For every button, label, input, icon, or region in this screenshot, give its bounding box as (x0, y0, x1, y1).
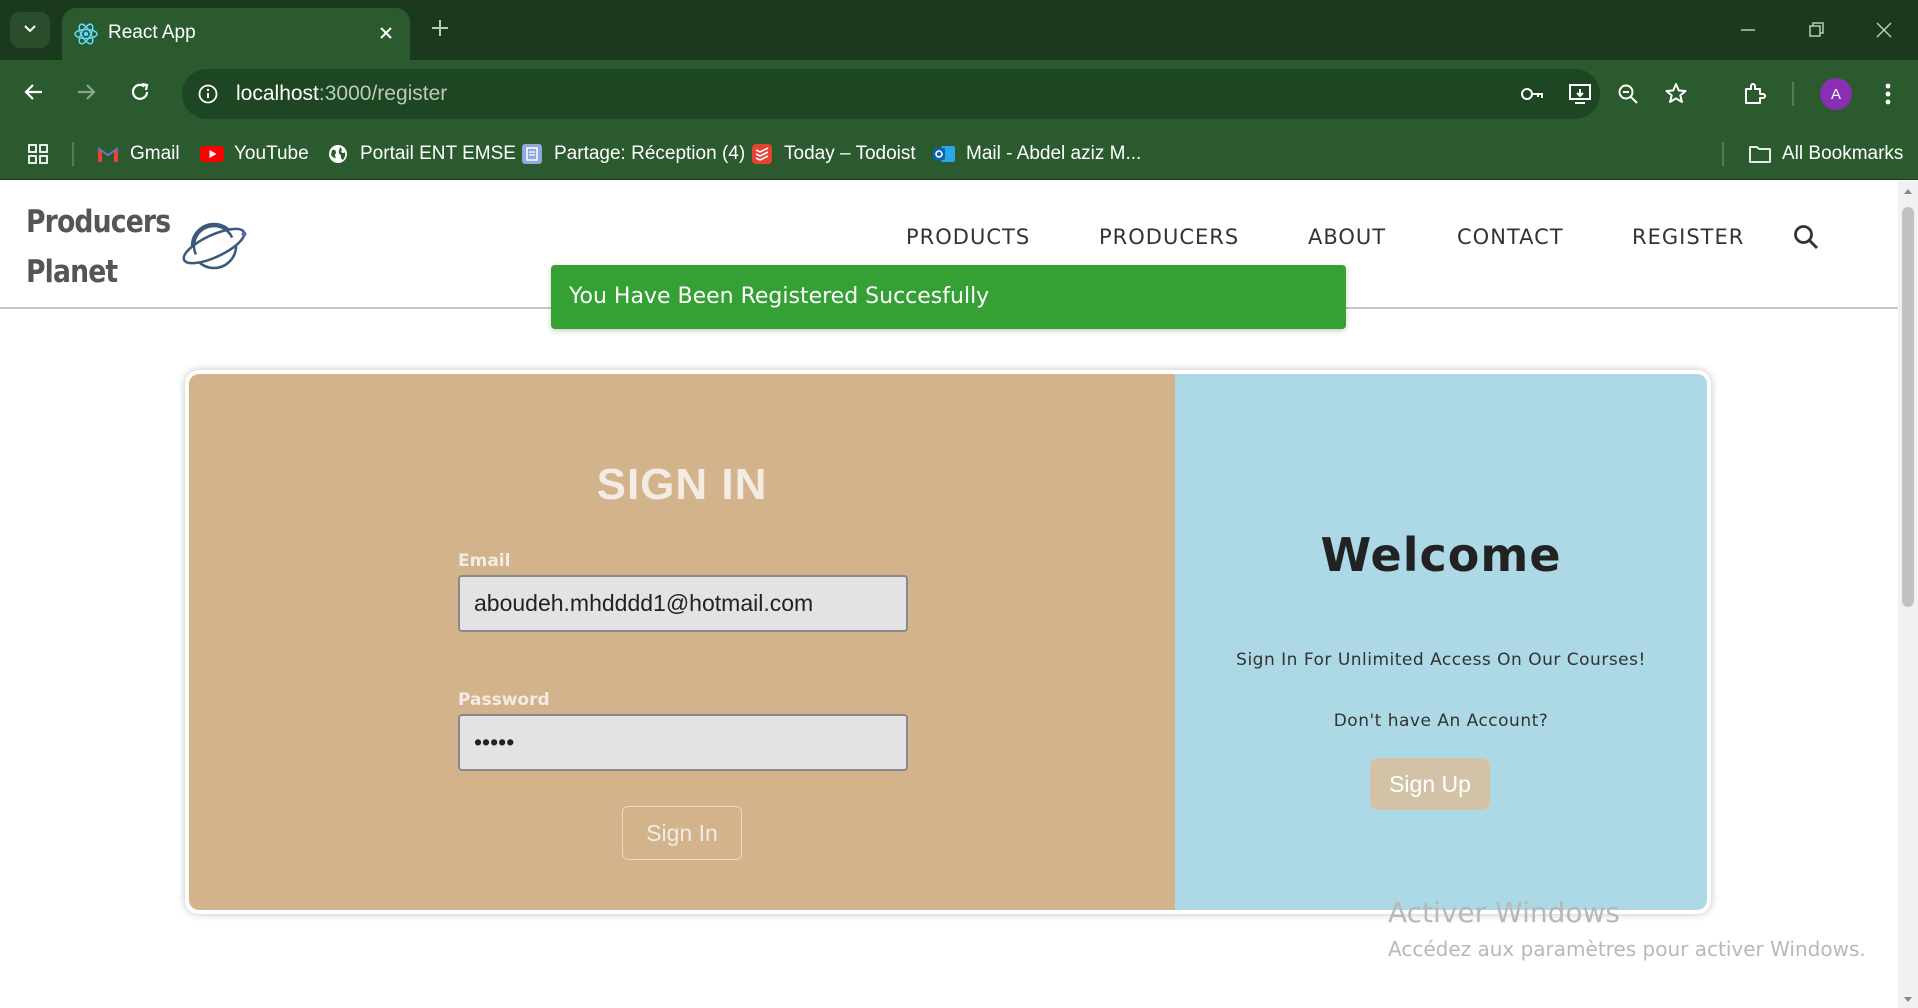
back-button[interactable] (14, 74, 54, 114)
success-toast: You Have Been Registered Succesfully (551, 265, 1346, 329)
url-host: localhost (236, 82, 319, 105)
auth-card: SIGN IN Email Password Sign In Welcome S… (185, 370, 1711, 914)
toolbar-divider (1792, 82, 1794, 106)
password-label: Password (458, 690, 550, 710)
welcome-subtitle: Sign In For Unlimited Access On Our Cour… (1236, 650, 1646, 670)
email-label: Email (458, 551, 511, 571)
folder-icon (1748, 142, 1772, 166)
react-icon (72, 20, 100, 48)
scroll-down-arrow-icon[interactable] (1902, 992, 1914, 1004)
arrow-left-icon (23, 81, 45, 108)
windows-activation-title: Activer Windows (1388, 896, 1621, 929)
plus-icon (430, 18, 450, 43)
gmail-icon (96, 142, 120, 166)
apps-grid-icon (26, 142, 50, 166)
nav-register[interactable]: REGISTER (1632, 225, 1744, 249)
site-info-icon[interactable] (192, 78, 224, 110)
nav-about[interactable]: ABOUT (1308, 225, 1386, 249)
outlook-icon (932, 142, 956, 166)
bookmark-label: YouTube (234, 143, 309, 164)
windows-activation-subtitle: Accédez aux paramètres pour activer Wind… (1388, 937, 1866, 961)
minimize-button[interactable] (1724, 10, 1772, 50)
page-scrollbar[interactable] (1898, 181, 1918, 1008)
bookmark-star-icon[interactable] (1660, 78, 1692, 110)
profile-avatar[interactable]: A (1820, 78, 1852, 110)
no-account-text: Don't have An Account? (1333, 711, 1549, 731)
nav-producers[interactable]: PRODUCERS (1099, 225, 1239, 249)
tab-react-app[interactable]: React App (62, 8, 410, 60)
bookmark-divider (1722, 142, 1724, 166)
bookmark-gmail[interactable]: Gmail (96, 138, 180, 170)
restore-button[interactable] (1792, 10, 1840, 50)
reload-button[interactable] (120, 74, 160, 114)
install-app-icon[interactable] (1564, 78, 1596, 110)
email-field[interactable] (458, 575, 908, 632)
todoist-icon (750, 142, 774, 166)
tab-search-button[interactable] (10, 12, 50, 48)
chevron-down-icon (22, 20, 38, 41)
password-key-icon[interactable] (1516, 78, 1548, 110)
welcome-panel: Welcome Sign In For Unlimited Access On … (1175, 374, 1707, 910)
search-icon[interactable] (1788, 219, 1824, 255)
more-menu-icon[interactable] (1870, 76, 1906, 112)
logo-line-2: Planet (26, 254, 118, 290)
site-logo-text[interactable]: Producers Planet (26, 197, 171, 297)
address-bar[interactable]: localhost:3000/register (182, 69, 1687, 119)
web-page: Producers Planet PRODUCTS PRODUCERS ABOU… (0, 181, 1898, 1008)
all-bookmarks-button[interactable]: All Bookmarks (1748, 138, 1903, 170)
bookmark-label: Today – Todoist (784, 143, 916, 164)
bookmark-youtube[interactable]: YouTube (200, 138, 309, 170)
logo-line-1: Producers (26, 204, 171, 240)
nav-products[interactable]: PRODUCTS (906, 225, 1030, 249)
sign-in-title: SIGN IN (596, 460, 768, 509)
sign-in-button[interactable]: Sign In (622, 806, 742, 860)
forward-button[interactable] (66, 74, 106, 114)
close-tab-icon[interactable] (372, 19, 400, 47)
zoom-icon[interactable] (1612, 78, 1644, 110)
nav-contact[interactable]: CONTACT (1457, 225, 1564, 249)
planet-logo-icon[interactable] (180, 217, 248, 275)
apps-button[interactable] (26, 138, 60, 170)
url-text[interactable]: localhost:3000/register (236, 82, 447, 106)
bookmark-label: Mail - Abdel aziz M... (966, 143, 1142, 164)
youtube-icon (200, 142, 224, 166)
close-window-button[interactable] (1860, 10, 1908, 50)
scrollbar-thumb[interactable] (1902, 207, 1914, 607)
sign-up-button[interactable]: Sign Up (1370, 758, 1490, 810)
bookmark-partage[interactable]: Partage: Réception (4) (520, 138, 745, 170)
tab-title: React App (108, 22, 196, 43)
bookmark-outlook-mail[interactable]: Mail - Abdel aziz M... (932, 138, 1141, 170)
all-bookmarks-label: All Bookmarks (1782, 143, 1904, 164)
partage-icon (520, 142, 544, 166)
welcome-title: Welcome (1320, 528, 1562, 582)
arrow-right-icon (75, 81, 97, 108)
bookmark-portail-ent[interactable]: Portail ENT EMSE (326, 138, 516, 170)
scroll-up-arrow-icon[interactable] (1902, 185, 1914, 197)
tab-strip: React App (0, 0, 1918, 60)
bookmark-divider (72, 142, 74, 166)
bookmark-label: Partage: Réception (4) (554, 143, 746, 164)
bookmark-label: Gmail (130, 143, 180, 164)
new-tab-button[interactable] (424, 14, 456, 46)
browser-toolbar: localhost:3000/register A (0, 60, 1918, 128)
sign-in-panel: SIGN IN Email Password Sign In (189, 374, 1175, 910)
extensions-icon[interactable] (1736, 76, 1772, 112)
url-path: :3000/register (318, 82, 448, 105)
bookmark-label: Portail ENT EMSE (360, 143, 516, 164)
bookmarks-bar: Gmail YouTube Portail ENT EMSE Partage: … (0, 128, 1918, 180)
reload-icon (129, 81, 151, 108)
globe-icon (326, 142, 350, 166)
password-field[interactable] (458, 714, 908, 771)
bookmark-todoist[interactable]: Today – Todoist (750, 138, 916, 170)
